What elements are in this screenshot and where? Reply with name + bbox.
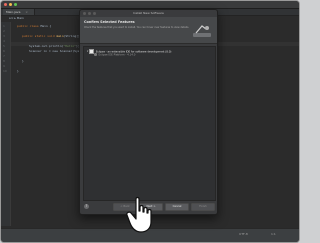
feature-tree[interactable]: ▾ Eclipse - an extensible IDE for softwar…	[83, 46, 216, 201]
close-window-button[interactable]	[4, 3, 7, 6]
finish-button[interactable]: Finish	[191, 203, 215, 211]
help-icon[interactable]: ?	[84, 204, 89, 209]
dialog-description: Check the features that you want to inst…	[84, 26, 190, 29]
line-number: 8	[3, 59, 5, 63]
install-wizard-icon	[193, 25, 211, 37]
cancel-button[interactable]: Cancel	[165, 203, 189, 211]
maximize-window-button[interactable]	[14, 3, 17, 6]
minimize-window-button[interactable]	[9, 3, 12, 6]
encoding-indicator[interactable]: UTF-8	[239, 232, 248, 236]
line-number: 5	[3, 44, 5, 48]
dialog-heading: Confirm Selected Features	[84, 20, 135, 24]
code-line: }	[22, 59, 24, 63]
line-number: 6	[3, 49, 5, 53]
breadcrumb[interactable]: src ▸ Main	[9, 16, 24, 21]
feature-label: Eclipse IDE Platform - 4.14.0	[98, 53, 136, 57]
plugin-icon	[94, 53, 97, 56]
feature-row[interactable]: Eclipse IDE Platform - 4.14.0	[94, 53, 135, 57]
code-line: }	[17, 69, 19, 73]
line-number: 10	[3, 69, 7, 73]
dialog-header: Confirm Selected Features Check the feat…	[80, 17, 217, 44]
line-number: 7	[3, 54, 5, 58]
cursor-position[interactable]: 1:1	[271, 232, 276, 236]
tab-label: Main.java	[6, 10, 21, 14]
expand-triangle-icon[interactable]: ▾	[87, 50, 88, 54]
pointing-hand-cursor-icon	[126, 196, 152, 233]
tab-main-java[interactable]: Main.java ×	[3, 9, 35, 15]
code-line: System.out.println("Hello");	[29, 44, 80, 48]
line-number: 1	[3, 24, 5, 28]
line-number-gutter: 1 2 3 4 5 6 7 8 9 10	[1, 22, 11, 226]
dialog-title: Install New Software	[133, 11, 164, 15]
title-bar	[1, 1, 299, 9]
line-number: 9	[3, 64, 5, 68]
install-dialog: Install New Software Confirm Selected Fe…	[79, 9, 218, 215]
line-number: 4	[3, 39, 5, 43]
line-number: 2	[3, 29, 5, 33]
line-number: 3	[3, 34, 5, 38]
code-line: public class Main {	[17, 24, 52, 28]
close-tab-icon[interactable]: ×	[25, 9, 28, 15]
